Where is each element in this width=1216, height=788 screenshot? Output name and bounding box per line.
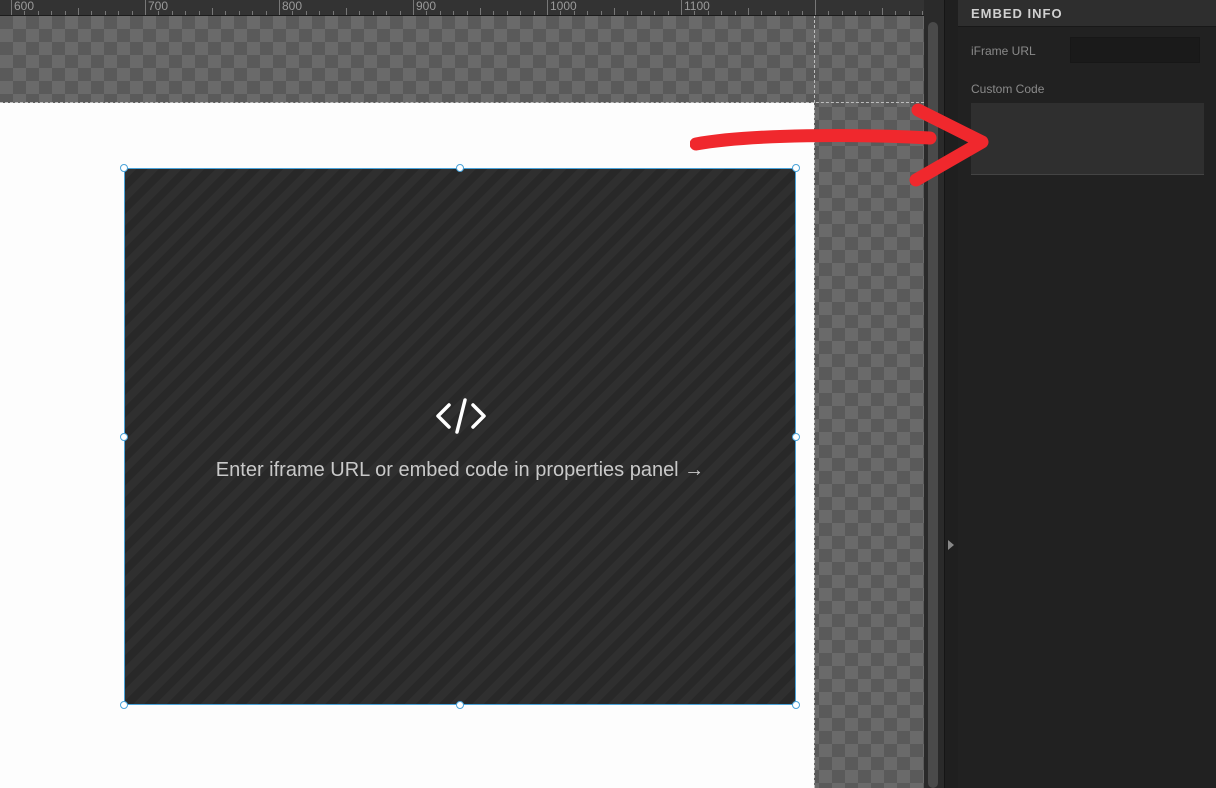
ruler-tick (520, 11, 522, 15)
ruler-tick (118, 11, 120, 15)
ruler-tick (506, 11, 508, 15)
ruler-tick (238, 11, 240, 15)
resize-handle-bottom[interactable] (456, 701, 464, 709)
ruler-tick (198, 11, 200, 15)
ruler-tick (332, 11, 334, 15)
custom-code-label: Custom Code (971, 82, 1045, 96)
canvas-workspace[interactable]: 600 700 800 900 1000 1100 Enter iframe U… (0, 0, 924, 788)
ruler-tick (51, 11, 53, 15)
resize-handle-left[interactable] (120, 433, 128, 441)
ruler-tick (640, 11, 642, 15)
ruler-tick (158, 11, 160, 15)
ruler-tick (734, 11, 736, 15)
collapse-panel-arrow-icon[interactable] (948, 540, 954, 550)
ruler-tick (24, 11, 26, 15)
ruler-tick (654, 11, 656, 15)
ruler-tick (346, 8, 347, 15)
custom-code-textarea[interactable] (971, 103, 1204, 175)
code-icon (436, 398, 486, 434)
ruler-tick (788, 11, 790, 15)
horizontal-guide (0, 102, 924, 103)
ruler-tick (439, 11, 441, 15)
ruler-label: 1000 (550, 0, 577, 13)
ruler-tick (908, 11, 910, 15)
ruler-tick (868, 11, 870, 15)
embed-placeholder-text: Enter iframe URL or embed code in proper… (215, 459, 705, 481)
ruler-tick (292, 11, 294, 15)
ruler-tick (131, 11, 133, 15)
ruler-tick (480, 8, 481, 15)
embed-element[interactable]: Enter iframe URL or embed code in proper… (120, 164, 800, 709)
ruler-tick (185, 11, 187, 15)
resize-handle-bottom-left[interactable] (120, 701, 128, 709)
ruler-tick (466, 11, 468, 15)
ruler-tick (171, 11, 173, 15)
ruler-tick (587, 11, 589, 15)
ruler-tick (225, 11, 227, 15)
properties-panel: EMBED INFO iFrame URL Custom Code (958, 0, 1216, 788)
ruler-tick (855, 11, 857, 15)
ruler-tick (600, 11, 602, 15)
panel-divider[interactable] (944, 0, 959, 788)
ruler-tick (547, 0, 548, 15)
resize-handle-top[interactable] (456, 164, 464, 172)
ruler-label: 1100 (684, 0, 710, 13)
vertical-scrollbar[interactable] (924, 0, 944, 788)
ruler-tick (694, 11, 696, 15)
ruler-tick (104, 11, 106, 15)
vertical-guide (814, 0, 815, 788)
resize-handle-right[interactable] (792, 433, 800, 441)
ruler-tick (801, 11, 803, 15)
ruler-tick (305, 11, 307, 15)
ruler-tick (882, 8, 883, 15)
ruler-tick (895, 11, 897, 15)
ruler-tick (426, 11, 428, 15)
ruler-tick (761, 11, 763, 15)
ruler-tick (681, 0, 682, 15)
ruler-tick (11, 0, 12, 15)
ruler-tick (212, 8, 213, 15)
panel-section-title: EMBED INFO (958, 0, 1216, 27)
ruler-tick (37, 11, 39, 15)
ruler-tick (413, 0, 414, 15)
ruler-tick (319, 11, 321, 15)
ruler-tick (372, 11, 374, 15)
ruler-tick (78, 8, 79, 15)
ruler-tick (815, 0, 816, 15)
ruler-tick (627, 11, 629, 15)
ruler-tick (828, 11, 830, 15)
ruler-tick (774, 11, 776, 15)
ruler-tick (279, 0, 280, 15)
iframe-url-input[interactable] (1070, 37, 1200, 63)
ruler-tick (560, 11, 562, 15)
ruler-tick (399, 11, 401, 15)
ruler-tick (145, 0, 146, 15)
ruler-tick (359, 11, 361, 15)
ruler-tick (91, 11, 93, 15)
ruler-tick (721, 11, 723, 15)
iframe-url-label: iFrame URL (971, 44, 1036, 58)
ruler-tick (667, 11, 669, 15)
ruler-tick (533, 11, 535, 15)
ruler-tick (841, 11, 843, 15)
horizontal-ruler[interactable]: 600 700 800 900 1000 1100 (0, 0, 924, 16)
ruler-tick (252, 11, 254, 15)
ruler-tick (64, 11, 66, 15)
resize-handle-bottom-right[interactable] (792, 701, 800, 709)
ruler-tick (493, 11, 495, 15)
scrollbar-thumb[interactable] (928, 22, 938, 788)
resize-handle-top-right[interactable] (792, 164, 800, 172)
ruler-tick (707, 11, 709, 15)
ruler-tick (265, 11, 267, 15)
ruler-tick (386, 11, 388, 15)
ruler-tick (748, 8, 749, 15)
ruler-tick (573, 11, 575, 15)
ruler-tick (614, 8, 615, 15)
resize-handle-top-left[interactable] (120, 164, 128, 172)
ruler-tick (453, 11, 455, 15)
